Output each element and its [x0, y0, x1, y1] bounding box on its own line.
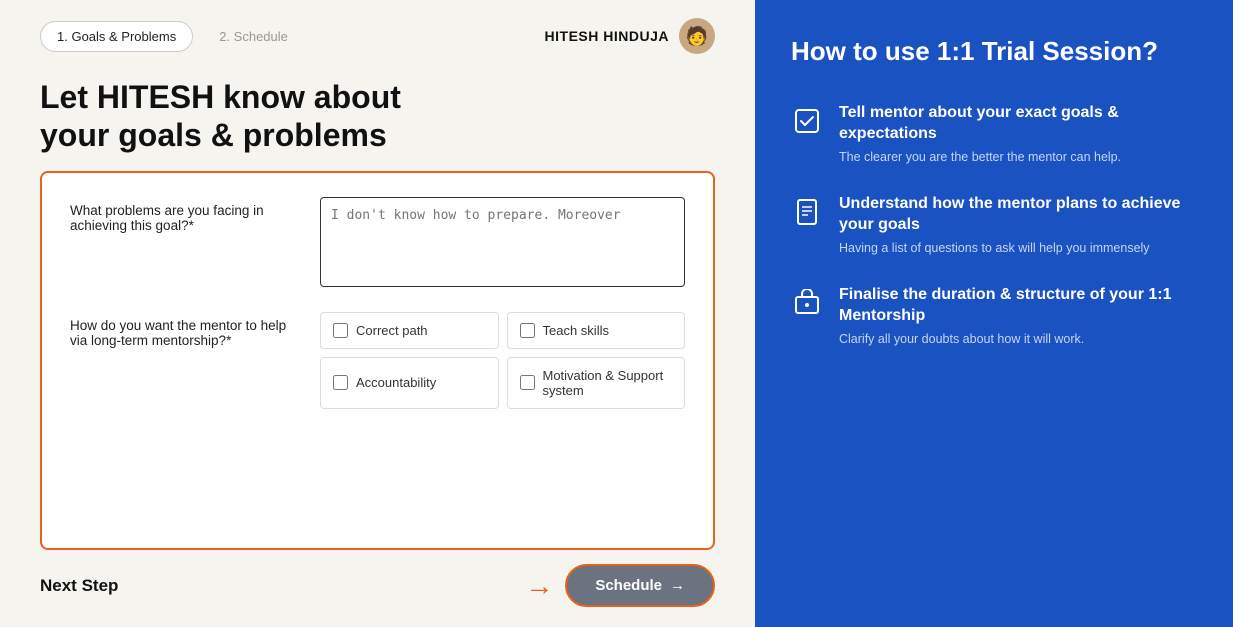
tip1-icon [791, 105, 823, 137]
tip-item-3: Finalise the duration & structure of you… [791, 285, 1197, 348]
question2-label: How do you want the mentor to help via l… [70, 312, 290, 348]
step2-label: 2. Schedule [219, 29, 288, 44]
option-motivation-support-label: Motivation & Support system [543, 368, 673, 398]
question1-textarea[interactable] [320, 197, 685, 287]
step2-pill[interactable]: 2. Schedule [203, 22, 304, 51]
question1-section: What problems are you facing in achievin… [70, 197, 685, 292]
user-info: HITESH HINDUJA 🧑 [545, 18, 715, 54]
arrow-right-icon: → [525, 570, 553, 602]
schedule-button[interactable]: Schedule → [565, 564, 715, 607]
avatar: 🧑 [679, 18, 715, 54]
tip2-icon [791, 196, 823, 228]
tip1-content: Tell mentor about your exact goals & exp… [839, 103, 1197, 166]
schedule-btn-label: Schedule [595, 577, 662, 594]
tip3-icon [791, 287, 823, 319]
next-step-label: Next Step [40, 576, 118, 596]
form-card: What problems are you facing in achievin… [40, 171, 715, 550]
step1-label: 1. Goals & Problems [57, 29, 176, 44]
checkbox-teach-skills[interactable] [520, 323, 535, 338]
schedule-btn-arrow-icon: → [670, 577, 685, 594]
tip-item-1: Tell mentor about your exact goals & exp… [791, 103, 1197, 166]
tip2-content: Understand how the mentor plans to achie… [839, 194, 1197, 257]
checkbox-motivation-support[interactable] [520, 375, 535, 390]
question1-label: What problems are you facing in achievin… [70, 197, 290, 233]
top-nav: 1. Goals & Problems 2. Schedule HITESH H… [40, 0, 715, 68]
step1-pill[interactable]: 1. Goals & Problems [40, 21, 193, 52]
option-teach-skills-label: Teach skills [543, 323, 609, 338]
nav-steps: 1. Goals & Problems 2. Schedule [40, 21, 304, 52]
option-teach-skills[interactable]: Teach skills [507, 312, 686, 349]
option-motivation-support[interactable]: Motivation & Support system [507, 357, 686, 409]
right-panel: How to use 1:1 Trial Session? Tell mento… [755, 0, 1233, 627]
tip2-desc: Having a list of questions to ask will h… [839, 240, 1197, 258]
tip3-content: Finalise the duration & structure of you… [839, 285, 1197, 348]
checkbox-grid: Correct path Teach skills Accountability… [320, 312, 685, 409]
left-panel: 1. Goals & Problems 2. Schedule HITESH H… [0, 0, 755, 627]
user-name: HITESH HINDUJA [545, 28, 669, 44]
option-correct-path-label: Correct path [356, 323, 428, 338]
option-correct-path[interactable]: Correct path [320, 312, 499, 349]
right-title: How to use 1:1 Trial Session? [791, 36, 1197, 67]
option-accountability-label: Accountability [356, 375, 436, 390]
checkbox-accountability[interactable] [333, 375, 348, 390]
question1-input-area [320, 197, 685, 292]
tip2-heading: Understand how the mentor plans to achie… [839, 194, 1197, 236]
question2-section: How do you want the mentor to help via l… [70, 312, 685, 409]
tip-item-2: Understand how the mentor plans to achie… [791, 194, 1197, 257]
bottom-area: Next Step → Schedule → [40, 564, 715, 607]
checkbox-grid-container: Correct path Teach skills Accountability… [320, 312, 685, 409]
tip1-heading: Tell mentor about your exact goals & exp… [839, 103, 1197, 145]
page-title: Let HITESH know aboutyour goals & proble… [40, 78, 715, 155]
checkbox-correct-path[interactable] [333, 323, 348, 338]
tip3-desc: Clarify all your doubts about how it wil… [839, 331, 1197, 349]
tip1-desc: The clearer you are the better the mento… [839, 149, 1197, 167]
tip3-heading: Finalise the duration & structure of you… [839, 285, 1197, 327]
option-accountability[interactable]: Accountability [320, 357, 499, 409]
bottom-right: → Schedule → [525, 564, 715, 607]
